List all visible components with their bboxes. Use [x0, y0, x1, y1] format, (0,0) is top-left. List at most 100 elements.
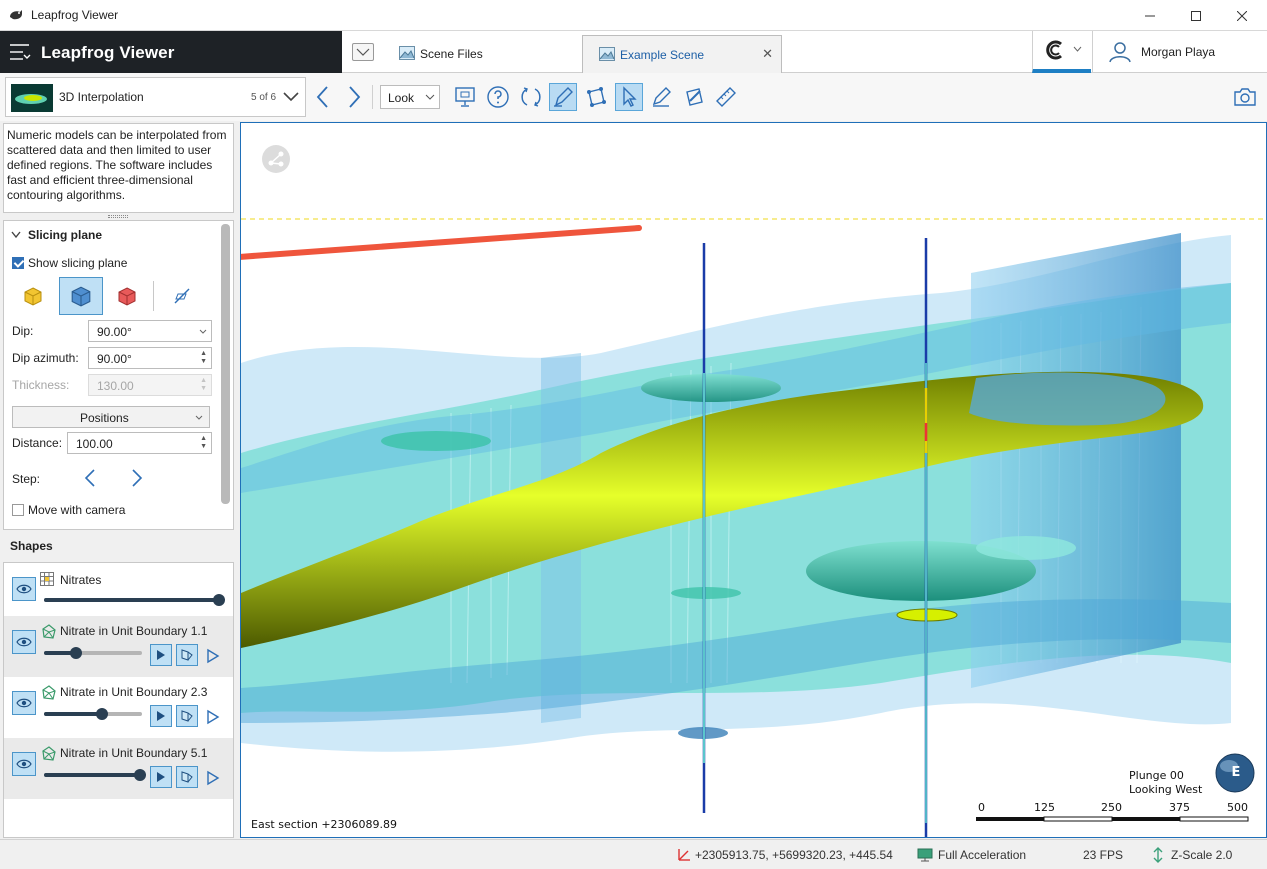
previous-scene-button[interactable] — [309, 83, 337, 111]
dip-azimuth-field[interactable]: 90.00° ▲ ▼ — [88, 347, 212, 369]
slider-thumb[interactable] — [70, 647, 82, 659]
play-outline-icon[interactable] — [206, 770, 220, 786]
move-plane-button[interactable] — [582, 83, 610, 111]
slice-tool-button[interactable] — [549, 83, 577, 111]
scale-tick-375: 375 — [1169, 801, 1190, 814]
shape-row-nitrates: Nitrates — [4, 563, 233, 624]
divider — [153, 281, 154, 311]
no-slice-button[interactable] — [167, 281, 197, 311]
eye-icon — [16, 759, 32, 769]
slice-mode-button[interactable] — [176, 766, 198, 788]
play-button[interactable] — [150, 766, 172, 788]
positions-dropdown[interactable]: Positions — [12, 406, 210, 428]
play-outline-icon[interactable] — [206, 648, 220, 664]
hamburger-menu-icon[interactable] — [9, 42, 33, 62]
blue-cube-icon — [71, 286, 91, 307]
chevron-down-icon[interactable] — [11, 231, 21, 239]
slice-mode-button[interactable] — [176, 644, 198, 666]
chevron-down-icon[interactable] — [199, 329, 207, 335]
connector-button[interactable] — [1032, 31, 1091, 73]
opacity-slider[interactable] — [44, 594, 225, 606]
tab-label: Scene Files — [420, 47, 483, 61]
visibility-toggle[interactable] — [12, 577, 36, 601]
dip-azimuth-label: Dip azimuth: — [12, 351, 79, 365]
opacity-slider[interactable] — [44, 769, 146, 781]
slicing-pen-icon — [554, 87, 573, 107]
thickness-label: Thickness: — [12, 378, 70, 392]
distance-label: Distance: — [12, 436, 63, 450]
shapes-title: Shapes — [10, 539, 53, 553]
grid-table-icon — [40, 572, 54, 586]
tab-scene-files[interactable]: Scene Files — [390, 35, 580, 73]
3d-viewport[interactable]: E Plunge 00 Looking West 0 125 250 375 5… — [240, 122, 1267, 838]
panel-scrollbar[interactable] — [221, 224, 230, 504]
slice-front-button[interactable] — [18, 281, 48, 311]
spinner-arrows-icon: ▲ ▼ — [200, 377, 207, 392]
chevron-down-icon — [283, 92, 299, 102]
play-button[interactable] — [150, 644, 172, 666]
slice-mode-button[interactable] — [176, 705, 198, 727]
move-plane-icon — [587, 87, 606, 107]
step-forward-chevron-icon[interactable] — [131, 468, 143, 488]
scale-tick-125: 125 — [1034, 801, 1055, 814]
help-button[interactable] — [484, 83, 512, 111]
opacity-slider[interactable] — [44, 647, 142, 659]
distance-field[interactable]: 100.00 ▲ ▼ — [67, 432, 212, 454]
measure-button[interactable] — [712, 83, 740, 111]
look-dropdown[interactable]: Look — [380, 85, 440, 109]
play-button[interactable] — [150, 705, 172, 727]
show-slicing-plane-checkbox[interactable] — [12, 257, 24, 269]
play-icon — [157, 650, 165, 660]
close-window-button[interactable] — [1219, 0, 1265, 31]
slider-thumb[interactable] — [134, 769, 146, 781]
visibility-toggle[interactable] — [12, 630, 36, 654]
slider-thumb[interactable] — [96, 708, 108, 720]
minimize-icon — [1145, 15, 1155, 16]
user-account[interactable]: Morgan Playa — [1092, 31, 1267, 73]
plunge-label: Plunge 00 — [1129, 769, 1184, 782]
tab-list-dropdown[interactable] — [352, 43, 374, 61]
edit-plane-button[interactable] — [680, 83, 708, 111]
select-tool-button[interactable] — [615, 83, 643, 111]
compass-letter: E — [1231, 765, 1241, 780]
slice-back-button[interactable] — [112, 281, 142, 311]
rotate-button[interactable] — [517, 83, 545, 111]
spinner-arrows-icon[interactable]: ▲ ▼ — [200, 435, 207, 451]
visibility-toggle[interactable] — [12, 691, 36, 715]
maximize-button[interactable] — [1173, 0, 1219, 31]
move-with-camera-checkbox[interactable] — [12, 504, 24, 516]
shapes-list: Nitrates Nitrate in Unit Boundary 1.1 Ni… — [3, 562, 234, 838]
tab-example-scene[interactable]: Example Scene ✕ — [582, 35, 782, 73]
draw-plane-button[interactable] — [647, 83, 675, 111]
zscale-value[interactable]: Z-Scale 2.0 — [1171, 848, 1232, 862]
look-label: Look — [388, 91, 415, 105]
presentation-screen-icon — [455, 87, 475, 107]
next-scene-button[interactable] — [340, 83, 368, 111]
scale-tick-250: 250 — [1101, 801, 1122, 814]
play-outline-icon[interactable] — [206, 709, 220, 725]
play-icon — [157, 772, 165, 782]
visibility-toggle[interactable] — [12, 752, 36, 776]
slider-thumb[interactable] — [213, 594, 225, 606]
minimize-button[interactable] — [1127, 0, 1173, 31]
zscale-icon[interactable] — [1152, 846, 1164, 864]
dip-value: 90.00° — [97, 325, 132, 339]
dip-field[interactable]: 90.00° — [88, 320, 212, 342]
slice-both-button[interactable] — [59, 277, 103, 315]
step-back-chevron-icon[interactable] — [84, 468, 96, 488]
shape-name: Nitrate in Unit Boundary 1.1 — [60, 624, 208, 638]
shape-row-unit-boundary-1-1: Nitrate in Unit Boundary 1.1 — [4, 616, 233, 677]
chevron-left-icon — [316, 86, 328, 108]
splitter-handle[interactable] — [108, 215, 128, 218]
opacity-slider[interactable] — [44, 708, 142, 720]
screenshot-button[interactable] — [1231, 83, 1259, 111]
thickness-value: 130.00 — [97, 379, 134, 393]
shape-row-unit-boundary-2-3: Nitrate in Unit Boundary 2.3 — [4, 677, 233, 738]
close-tab-icon[interactable]: ✕ — [762, 46, 773, 62]
scene-selector[interactable]: 3D Interpolation 5 of 6 — [5, 77, 306, 117]
red-cube-icon — [118, 287, 136, 306]
fit-view-button[interactable] — [451, 83, 479, 111]
shape-name: Nitrate in Unit Boundary 2.3 — [60, 685, 208, 699]
dip-label: Dip: — [12, 324, 34, 338]
spinner-arrows-icon[interactable]: ▲ ▼ — [200, 350, 207, 366]
